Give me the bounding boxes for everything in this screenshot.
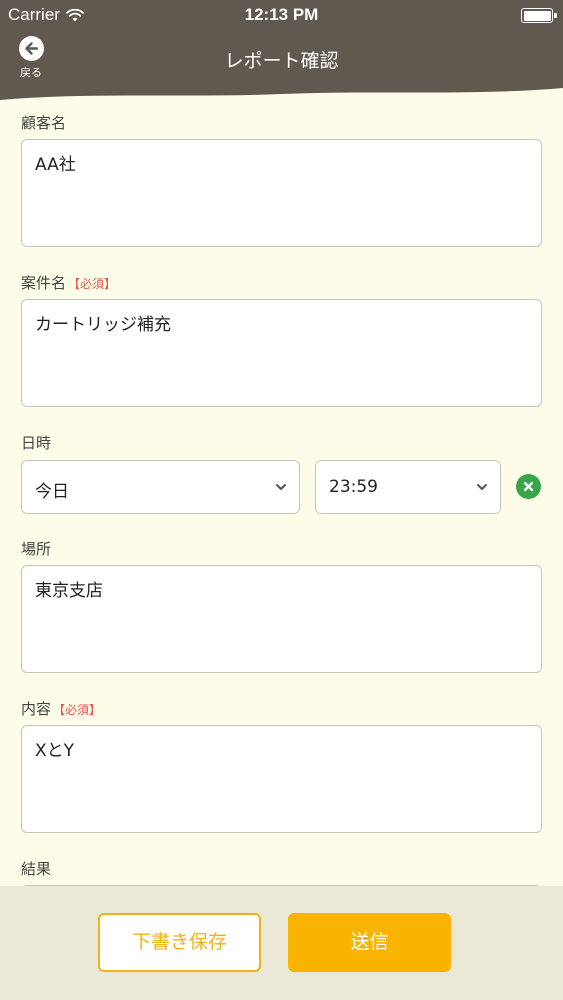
project-label-text: 案件名: [21, 274, 67, 292]
customer-label: 顧客名: [21, 112, 66, 133]
location-label: 場所: [21, 538, 51, 559]
content-label: 内容 【必須】: [21, 698, 101, 719]
datetime-label-text: 日時: [21, 434, 52, 452]
required-badge: 【必須】: [68, 277, 117, 291]
chevron-down-icon: [477, 484, 487, 490]
project-field[interactable]: カートリッジ補充: [21, 299, 542, 407]
date-select[interactable]: 今日: [21, 460, 300, 514]
send-button[interactable]: 送信: [288, 913, 451, 972]
content-field[interactable]: XとY: [21, 725, 542, 833]
customer-field[interactable]: AA社: [21, 139, 542, 247]
status-bar: Carrier 12:13 PM: [0, 0, 563, 30]
battery-icon: [521, 8, 557, 23]
time-select[interactable]: 23:59: [315, 460, 501, 514]
location-field[interactable]: 東京支店: [21, 565, 542, 673]
nav-bar: 戻る レポート確認: [0, 30, 563, 100]
clear-datetime-icon[interactable]: [516, 474, 541, 499]
date-select-value: 今日: [35, 482, 69, 502]
status-time: 12:13 PM: [244, 5, 319, 24]
project-label: 案件名 【必須】: [21, 272, 116, 293]
customer-label-text: 顧客名: [21, 114, 67, 132]
save-draft-button[interactable]: 下書き保存: [98, 913, 261, 972]
required-badge: 【必須】: [53, 703, 102, 717]
datetime-label: 日時: [21, 432, 51, 453]
time-select-value: 23:59: [329, 477, 378, 497]
footer-actions: 下書き保存 送信: [0, 886, 563, 1000]
location-label-text: 場所: [21, 540, 52, 558]
chevron-down-icon: [276, 484, 286, 490]
page-title: レポート確認: [224, 50, 339, 72]
report-form: 顧客名 AA社 案件名 【必須】 カートリッジ補充 日時 今日 23:59 場所 …: [0, 100, 563, 886]
result-label: 結果: [21, 858, 51, 879]
content-label-text: 内容: [21, 700, 52, 718]
result-label-text: 結果: [21, 860, 52, 878]
